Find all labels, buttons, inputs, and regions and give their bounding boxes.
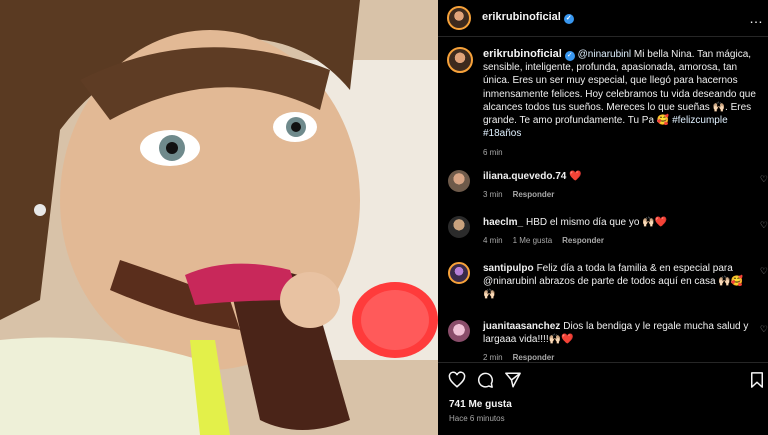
author-username-text[interactable]: erikrubinoficial [482,11,561,23]
comment-like-heart-icon[interactable]: ♡ [760,220,768,231]
caption-username[interactable]: erikrubinoficial [483,48,562,60]
comment-like-heart-icon[interactable]: ♡ [760,174,768,185]
comment-likes-count[interactable]: 1 Me gusta [513,236,553,245]
comment-avatar[interactable] [448,170,470,192]
post-header: erikrubinoficial ✓ … [438,0,768,37]
comment-body: haeclm_ HBD el mismo día que yo 🙌🏻❤️ 4 mi… [483,216,751,247]
save-bookmark-icon[interactable] [748,371,766,389]
post-time-ago: Hace 6 minutos [449,414,505,423]
caption-avatar[interactable] [447,47,473,73]
comment-username[interactable]: juanitaasanchez [483,321,560,332]
likes-count[interactable]: 741 Me gusta [449,399,512,410]
author-avatar[interactable] [447,6,471,30]
comment-avatar[interactable] [448,320,470,342]
comment-time: 3 min [483,190,503,200]
comment-time: 4 min [483,236,503,246]
comment-text: ❤️ [569,171,582,182]
comment-meta: 3 min Responder [483,188,751,201]
verified-badge-icon: ✓ [564,51,575,61]
share-send-icon[interactable] [504,371,522,389]
comment-username[interactable]: santipulpo [483,263,534,274]
post-side-panel: erikrubinoficial ✓ … erikrubinoficial ✓ @n… [438,0,768,435]
author-username[interactable]: erikrubinoficial ✓ [482,11,574,24]
comment-reply-link[interactable]: Responder [562,236,604,245]
comment-like-heart-icon[interactable]: ♡ [760,266,768,277]
comment-username[interactable]: haeclm_ [483,217,523,228]
caption-mention[interactable]: @ninarubinl [578,49,632,60]
more-options-icon[interactable]: … [749,10,764,26]
comment-like-heart-icon[interactable]: ♡ [760,324,768,335]
comment-avatar[interactable] [448,216,470,238]
photo-illustration [0,0,438,435]
comment-meta: 4 min 1 Me gusta Responder [483,234,751,247]
verified-badge-icon: ✓ [563,14,574,24]
comment-body: juanitaasanchez Dios la bendiga y le rega… [483,320,751,365]
caption-time: 6 min [483,148,503,158]
like-heart-icon[interactable] [448,371,466,389]
action-bar [438,362,768,399]
caption-hashtag-18anos[interactable]: #18años [483,128,521,139]
comment-bubble-icon[interactable] [476,371,494,389]
post-photo[interactable] [0,0,438,435]
comment-body: santipulpo Feliz día a toda la familia & … [483,262,751,302]
comment-avatar[interactable] [448,262,470,284]
comment-reply-link[interactable]: Responder [513,190,555,199]
comment-username[interactable]: iliana.quevedo.74 [483,171,566,182]
caption-hashtag-felizcumple[interactable]: #felizcumple [672,115,728,126]
caption-text: erikrubinoficial ✓ @ninarubinl Mi bella N… [483,48,763,160]
comment-body: iliana.quevedo.74 ❤️ 3 min Responder [483,170,751,201]
comment-text: HBD el mismo día que yo 🙌🏻❤️ [526,217,668,228]
